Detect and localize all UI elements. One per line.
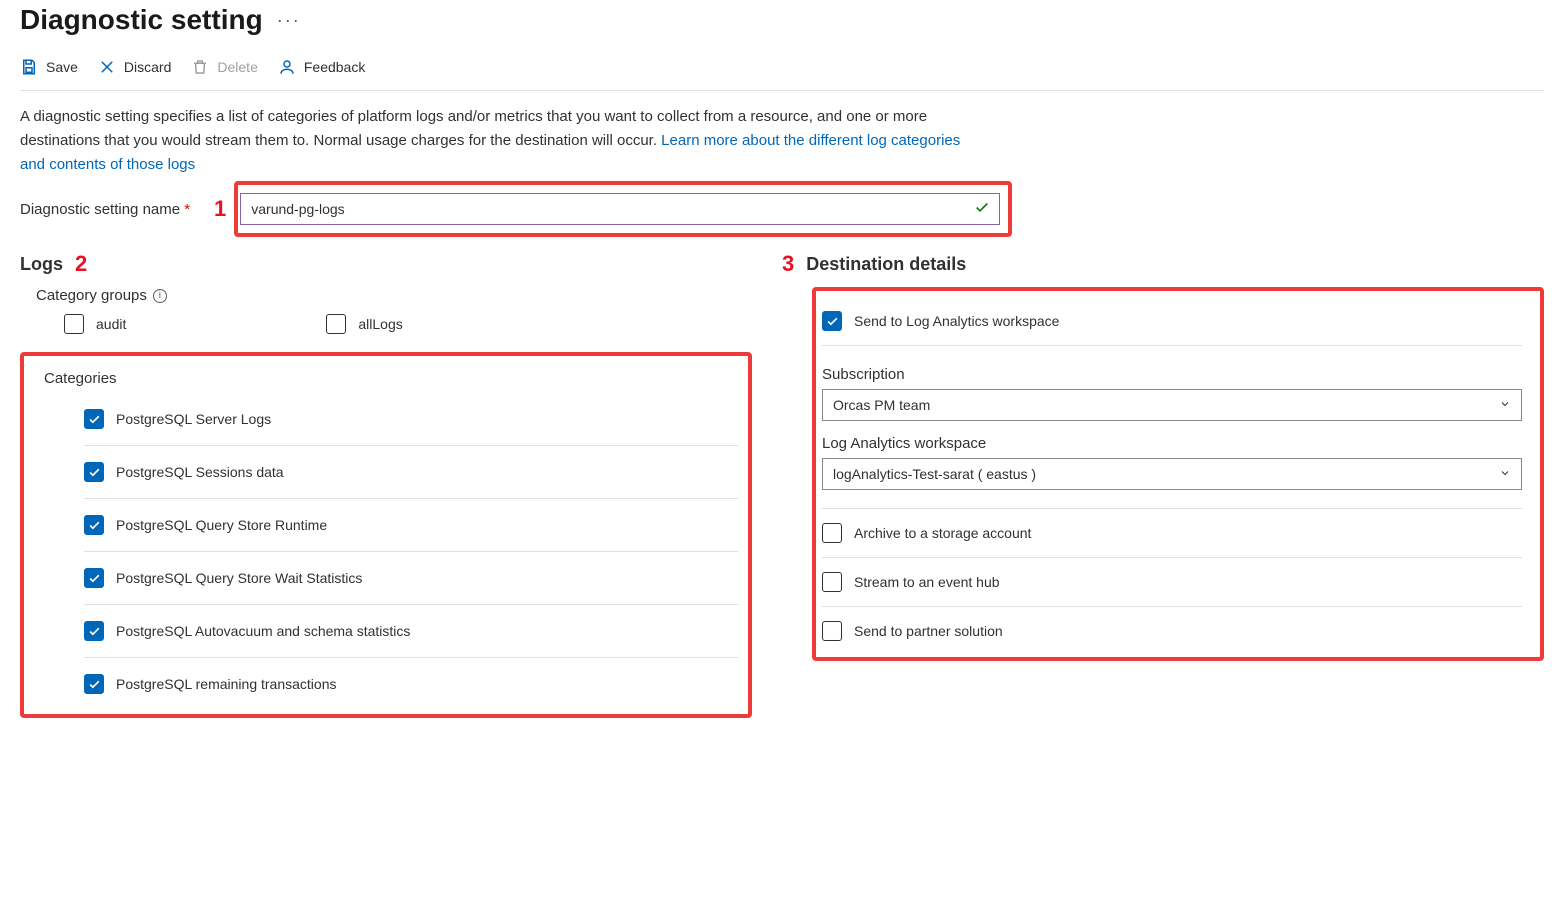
checkbox-cat-2[interactable]	[84, 515, 104, 535]
feedback-icon	[278, 58, 296, 76]
feedback-button[interactable]: Feedback	[278, 58, 365, 76]
subscription-select[interactable]: Orcas PM team	[822, 389, 1522, 421]
cat-label-4: PostgreSQL Autovacuum and schema statist…	[116, 623, 410, 639]
workspace-label: Log Analytics workspace	[822, 435, 1522, 452]
category-groups-label: Category groups i	[36, 287, 752, 304]
setting-name-label: Diagnostic setting name *	[20, 201, 200, 218]
callout-1: 1	[210, 196, 230, 222]
feedback-label: Feedback	[304, 59, 365, 75]
save-button[interactable]: Save	[20, 58, 78, 76]
categories-label: Categories	[44, 370, 738, 387]
log-analytics-label: Send to Log Analytics workspace	[854, 313, 1059, 329]
checkbox-log-analytics[interactable]	[822, 311, 842, 331]
info-icon[interactable]: i	[153, 289, 167, 303]
stream-label: Stream to an event hub	[854, 574, 1000, 590]
cat-label-0: PostgreSQL Server Logs	[116, 411, 271, 427]
checkbox-audit[interactable]	[64, 314, 84, 334]
callout-3: 3	[778, 251, 798, 277]
discard-button[interactable]: Discard	[98, 58, 171, 76]
checkbox-alllogs[interactable]	[326, 314, 346, 334]
more-actions-icon[interactable]: ···	[277, 10, 301, 31]
page-title: Diagnostic setting	[20, 4, 263, 36]
checkbox-stream[interactable]	[822, 572, 842, 592]
chevron-down-icon	[1499, 466, 1511, 482]
destination-heading: 3 Destination details	[812, 251, 1544, 277]
archive-label: Archive to a storage account	[854, 525, 1031, 541]
audit-label: audit	[96, 316, 126, 332]
setting-name-input[interactable]	[240, 193, 1000, 225]
valid-check-icon	[974, 200, 990, 219]
cat-label-5: PostgreSQL remaining transactions	[116, 676, 336, 692]
callout-2: 2	[71, 251, 91, 277]
workspace-value: logAnalytics-Test-sarat ( eastus )	[833, 466, 1036, 482]
highlight-box-2: Categories PostgreSQL Server Logs Postgr…	[20, 352, 752, 718]
cat-label-2: PostgreSQL Query Store Runtime	[116, 517, 327, 533]
checkbox-cat-4[interactable]	[84, 621, 104, 641]
delete-button: Delete	[191, 58, 257, 76]
highlight-box-3: Send to Log Analytics workspace Subscrip…	[812, 287, 1544, 661]
checkbox-cat-0[interactable]	[84, 409, 104, 429]
description-text: A diagnostic setting specifies a list of…	[20, 91, 980, 183]
cat-label-3: PostgreSQL Query Store Wait Statistics	[116, 570, 362, 586]
checkbox-cat-1[interactable]	[84, 462, 104, 482]
partner-label: Send to partner solution	[854, 623, 1003, 639]
workspace-select[interactable]: logAnalytics-Test-sarat ( eastus )	[822, 458, 1522, 490]
checkbox-cat-3[interactable]	[84, 568, 104, 588]
close-icon	[98, 58, 116, 76]
subscription-value: Orcas PM team	[833, 397, 930, 413]
save-icon	[20, 58, 38, 76]
checkbox-partner[interactable]	[822, 621, 842, 641]
logs-heading: Logs 2	[20, 251, 752, 277]
discard-label: Discard	[124, 59, 171, 75]
alllogs-label: allLogs	[358, 316, 402, 332]
checkbox-cat-5[interactable]	[84, 674, 104, 694]
toolbar: Save Discard Delete Feedback	[20, 36, 1544, 91]
chevron-down-icon	[1499, 397, 1511, 413]
save-label: Save	[46, 59, 78, 75]
cat-label-1: PostgreSQL Sessions data	[116, 464, 284, 480]
delete-label: Delete	[217, 59, 257, 75]
trash-icon	[191, 58, 209, 76]
subscription-label: Subscription	[822, 366, 1522, 383]
checkbox-archive[interactable]	[822, 523, 842, 543]
